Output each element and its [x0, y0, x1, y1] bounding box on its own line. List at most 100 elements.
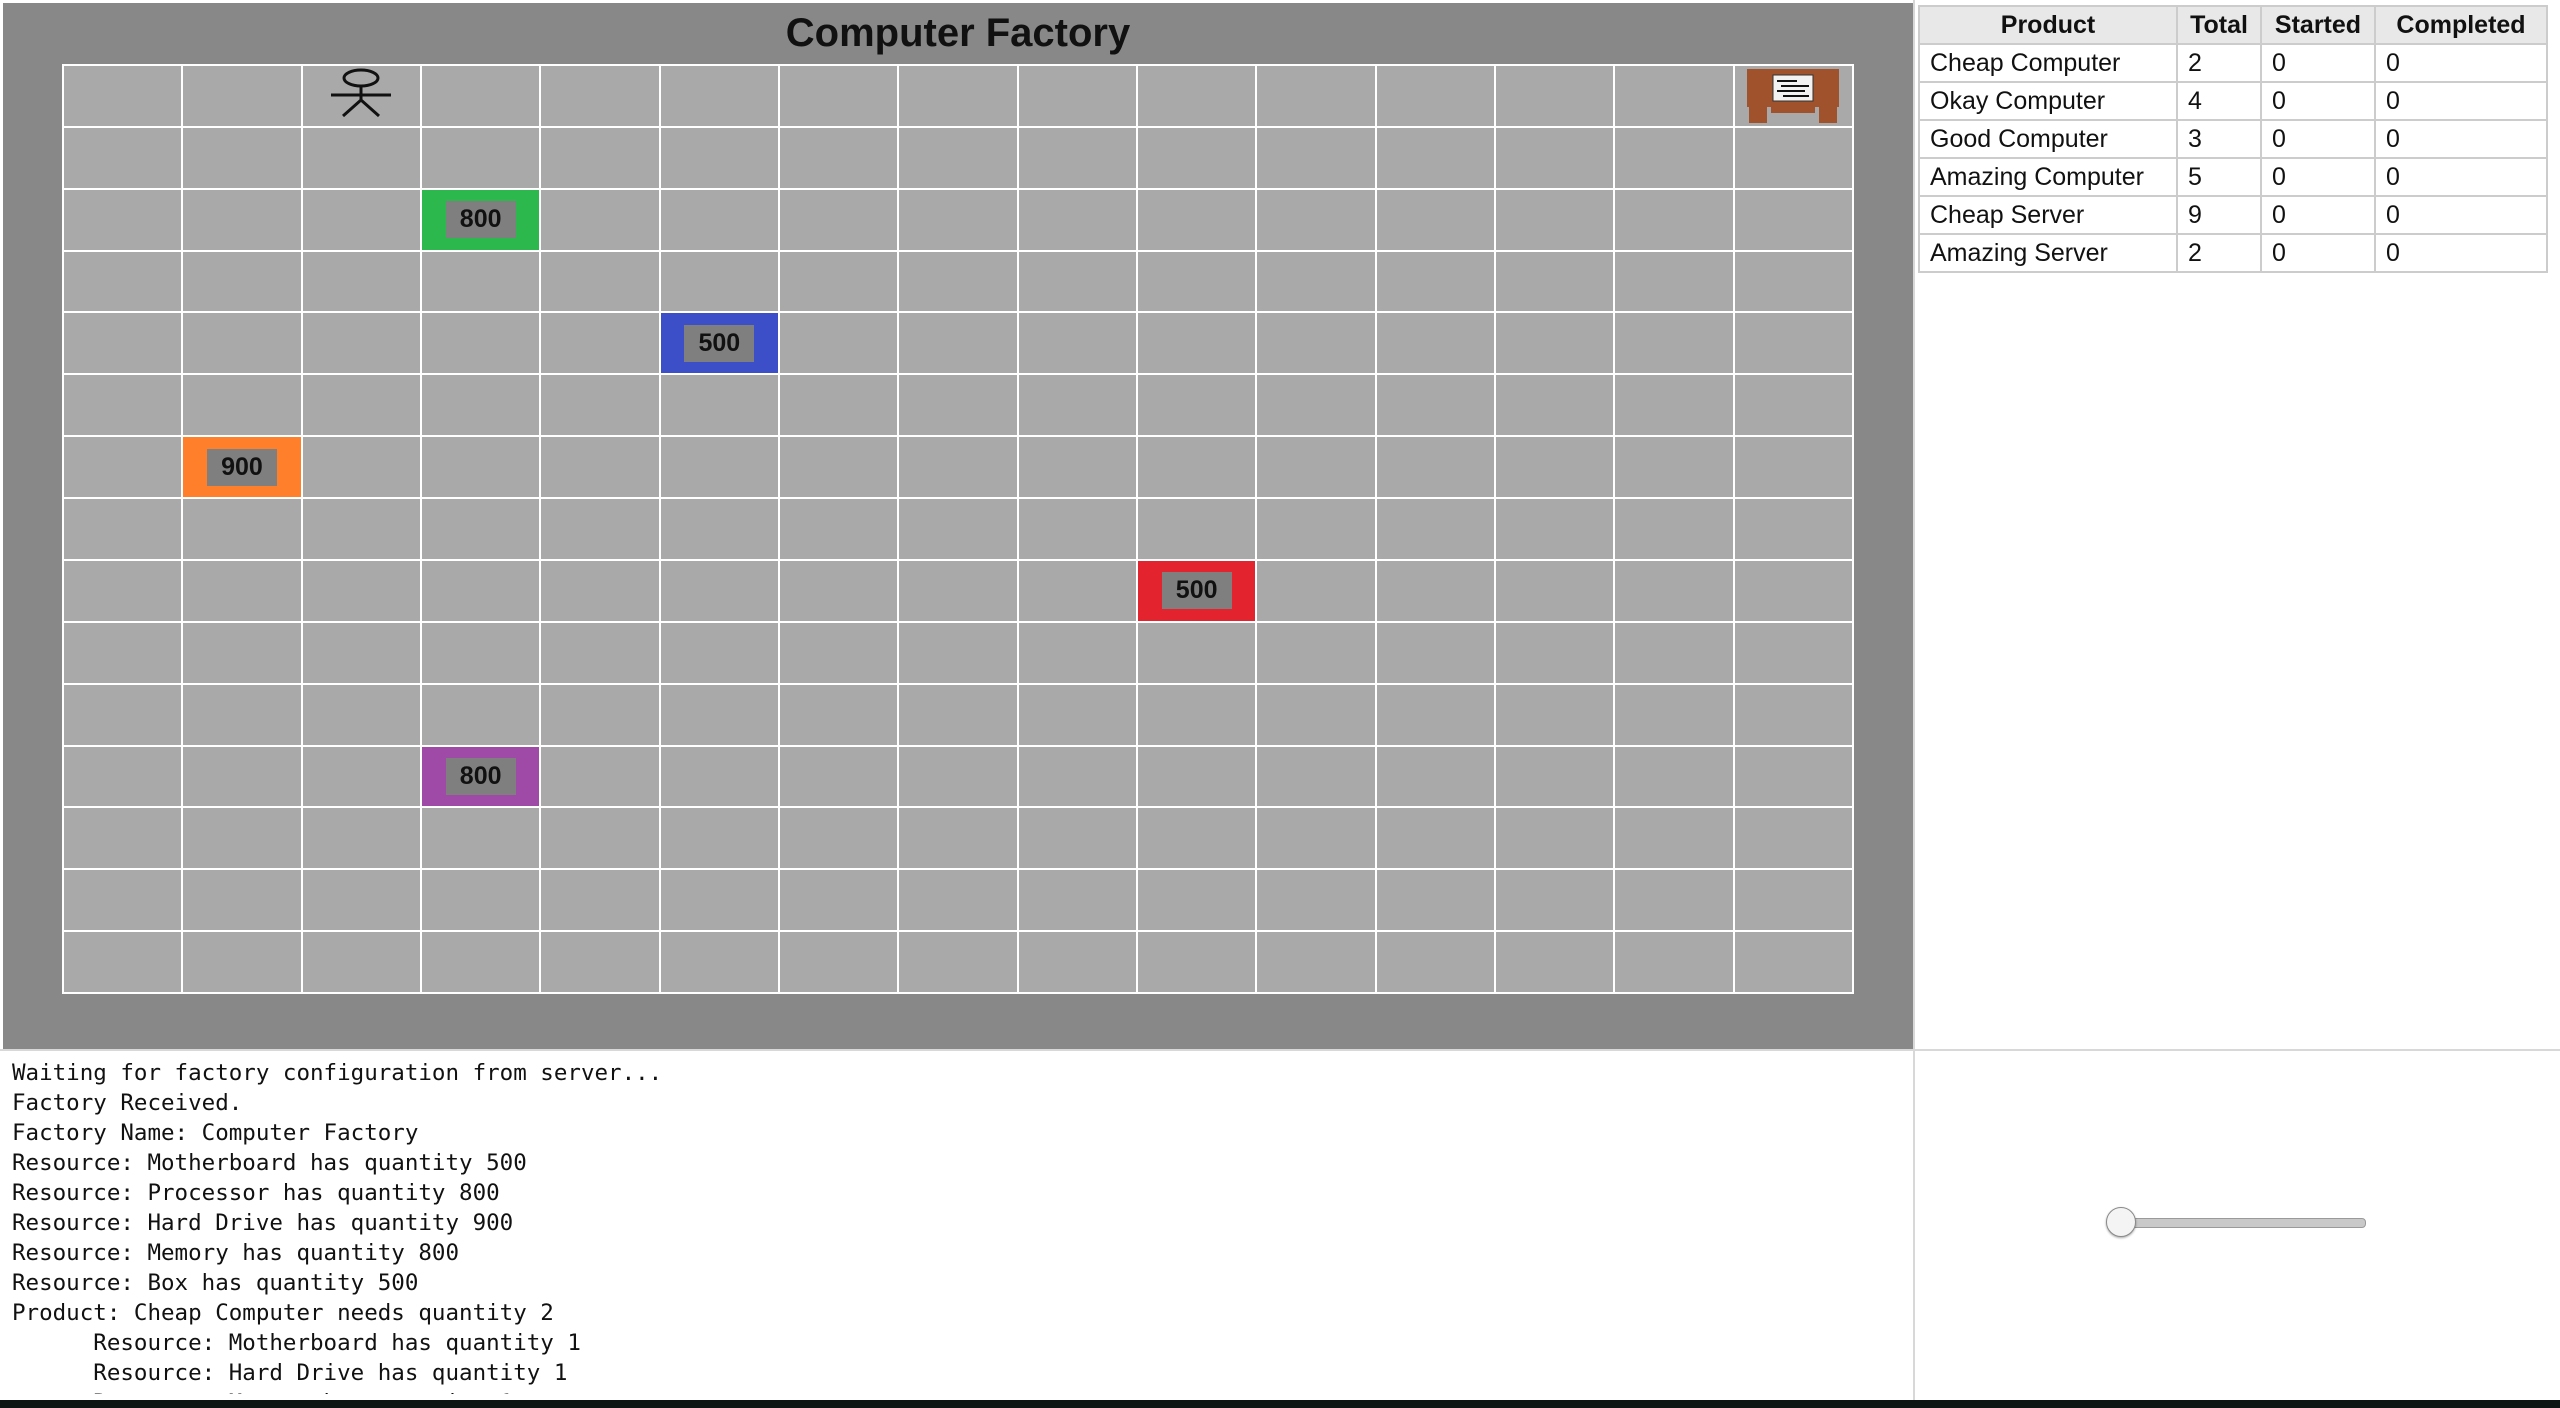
grid-cell — [899, 684, 1019, 747]
grid-cell — [422, 684, 542, 747]
log-line: Resource: Memory has quantity 1 — [12, 1388, 1902, 1394]
grid-cell — [64, 66, 184, 128]
grid-cell — [1257, 684, 1377, 747]
grid-cell — [1018, 932, 1138, 994]
grid-cell — [780, 870, 900, 933]
grid-cell — [422, 437, 542, 500]
speed-slider-thumb[interactable] — [2106, 1207, 2136, 1237]
grid-cell — [1734, 251, 1854, 314]
grid-cell — [422, 313, 542, 376]
grid-cell — [1496, 189, 1616, 252]
product-table: Product Total Started Completed Cheap Co… — [1918, 5, 2548, 273]
grid-cell — [1496, 375, 1616, 438]
grid-cell — [1734, 622, 1854, 685]
log-line: Resource: Motherboard has quantity 1 — [12, 1330, 581, 1356]
grid-cell — [1257, 189, 1377, 252]
grid-cell — [422, 66, 542, 128]
grid-cell — [1496, 870, 1616, 933]
grid-cell — [422, 808, 542, 871]
product-row[interactable]: Amazing Server 2 0 0 — [1918, 233, 2548, 273]
product-row[interactable]: Okay Computer 4 0 0 — [1918, 81, 2548, 121]
resource-cell: 500 — [1138, 560, 1258, 623]
column-header-product[interactable]: Product — [1918, 5, 2178, 45]
grid-cell — [1138, 437, 1258, 500]
grid-cell — [64, 127, 184, 190]
grid-cell — [183, 251, 303, 314]
grid-cell — [183, 375, 303, 438]
product-product-name-cell: Cheap Server — [1918, 195, 2178, 235]
grid-cell — [422, 560, 542, 623]
grid-cell — [780, 127, 900, 190]
grid-cell — [780, 808, 900, 871]
grid-cell — [1496, 746, 1616, 809]
product-started-cell: 0 — [2260, 81, 2376, 121]
grid-cell — [660, 746, 780, 809]
factory-grid: 800 500 900 500 800 — [62, 64, 1854, 994]
grid-cell — [660, 932, 780, 994]
column-header-started[interactable]: Started — [2260, 5, 2376, 45]
grid-cell — [1018, 684, 1138, 747]
column-header-completed[interactable]: Completed — [2374, 5, 2548, 45]
grid-cell — [302, 808, 422, 871]
resource-cell: 800 — [422, 189, 542, 252]
product-row[interactable]: Cheap Server 9 0 0 — [1918, 195, 2548, 235]
grid-cell — [1615, 932, 1735, 994]
grid-cell — [780, 746, 900, 809]
product-row[interactable]: Cheap Computer 2 0 0 — [1918, 43, 2548, 83]
resource-quantity: 800 — [422, 747, 539, 807]
grid-cell — [1615, 870, 1735, 933]
grid-cell — [302, 746, 422, 809]
product-started-cell: 0 — [2260, 43, 2376, 83]
speed-slider-track[interactable] — [2108, 1218, 2366, 1228]
grid-cell — [1496, 66, 1616, 128]
grid-cell — [780, 499, 900, 561]
grid-cell — [1138, 189, 1258, 252]
grid-cell — [302, 499, 422, 561]
grid-cell — [1496, 808, 1616, 871]
grid-cell — [64, 313, 184, 376]
grid-cell — [660, 499, 780, 561]
grid-cell — [64, 560, 184, 623]
grid-cell — [64, 437, 184, 500]
grid-cell — [64, 746, 184, 809]
grid-cell — [1376, 622, 1496, 685]
grid-cell — [660, 870, 780, 933]
grid-cell — [1257, 251, 1377, 314]
product-product-name-cell: Okay Computer — [1918, 81, 2178, 121]
log-line: Resource: Box has quantity 500 — [12, 1270, 419, 1296]
grid-cell — [64, 808, 184, 871]
grid-cell — [1734, 127, 1854, 190]
grid-cell — [422, 127, 542, 190]
grid-cell — [1138, 684, 1258, 747]
product-row[interactable]: Good Computer 3 0 0 — [1918, 119, 2548, 159]
grid-cell — [1496, 932, 1616, 994]
app-window: Computer Factory 800 500 900 500 800 Product… — [0, 0, 2560, 1400]
resource-quantity-label: 500 — [684, 324, 755, 362]
grid-cell — [422, 932, 542, 994]
resource-quantity-label: 500 — [1161, 572, 1232, 610]
grid-cell — [183, 870, 303, 933]
grid-cell — [1734, 437, 1854, 500]
grid-cell — [1257, 127, 1377, 190]
grid-cell — [541, 499, 661, 561]
grid-cell — [899, 313, 1019, 376]
grid-cell — [1018, 251, 1138, 314]
product-product-name-cell: Good Computer — [1918, 119, 2178, 159]
log-line: Resource: Motherboard has quantity 500 — [12, 1150, 527, 1176]
grid-cell — [541, 684, 661, 747]
grid-cell — [1734, 932, 1854, 994]
product-completed-cell: 0 — [2374, 233, 2548, 273]
grid-cell — [1376, 499, 1496, 561]
grid-cell — [541, 932, 661, 994]
grid-cell — [1734, 66, 1854, 128]
grid-cell — [64, 251, 184, 314]
grid-cell — [1734, 189, 1854, 252]
grid-cell — [1018, 437, 1138, 500]
product-total-cell: 2 — [2176, 43, 2262, 83]
log-output[interactable]: Waiting for factory configuration from s… — [12, 1058, 1902, 1394]
grid-cell — [1615, 499, 1735, 561]
product-row[interactable]: Amazing Computer 5 0 0 — [1918, 157, 2548, 197]
grid-cell — [1496, 251, 1616, 314]
column-header-total[interactable]: Total — [2176, 5, 2262, 45]
grid-cell — [660, 560, 780, 623]
